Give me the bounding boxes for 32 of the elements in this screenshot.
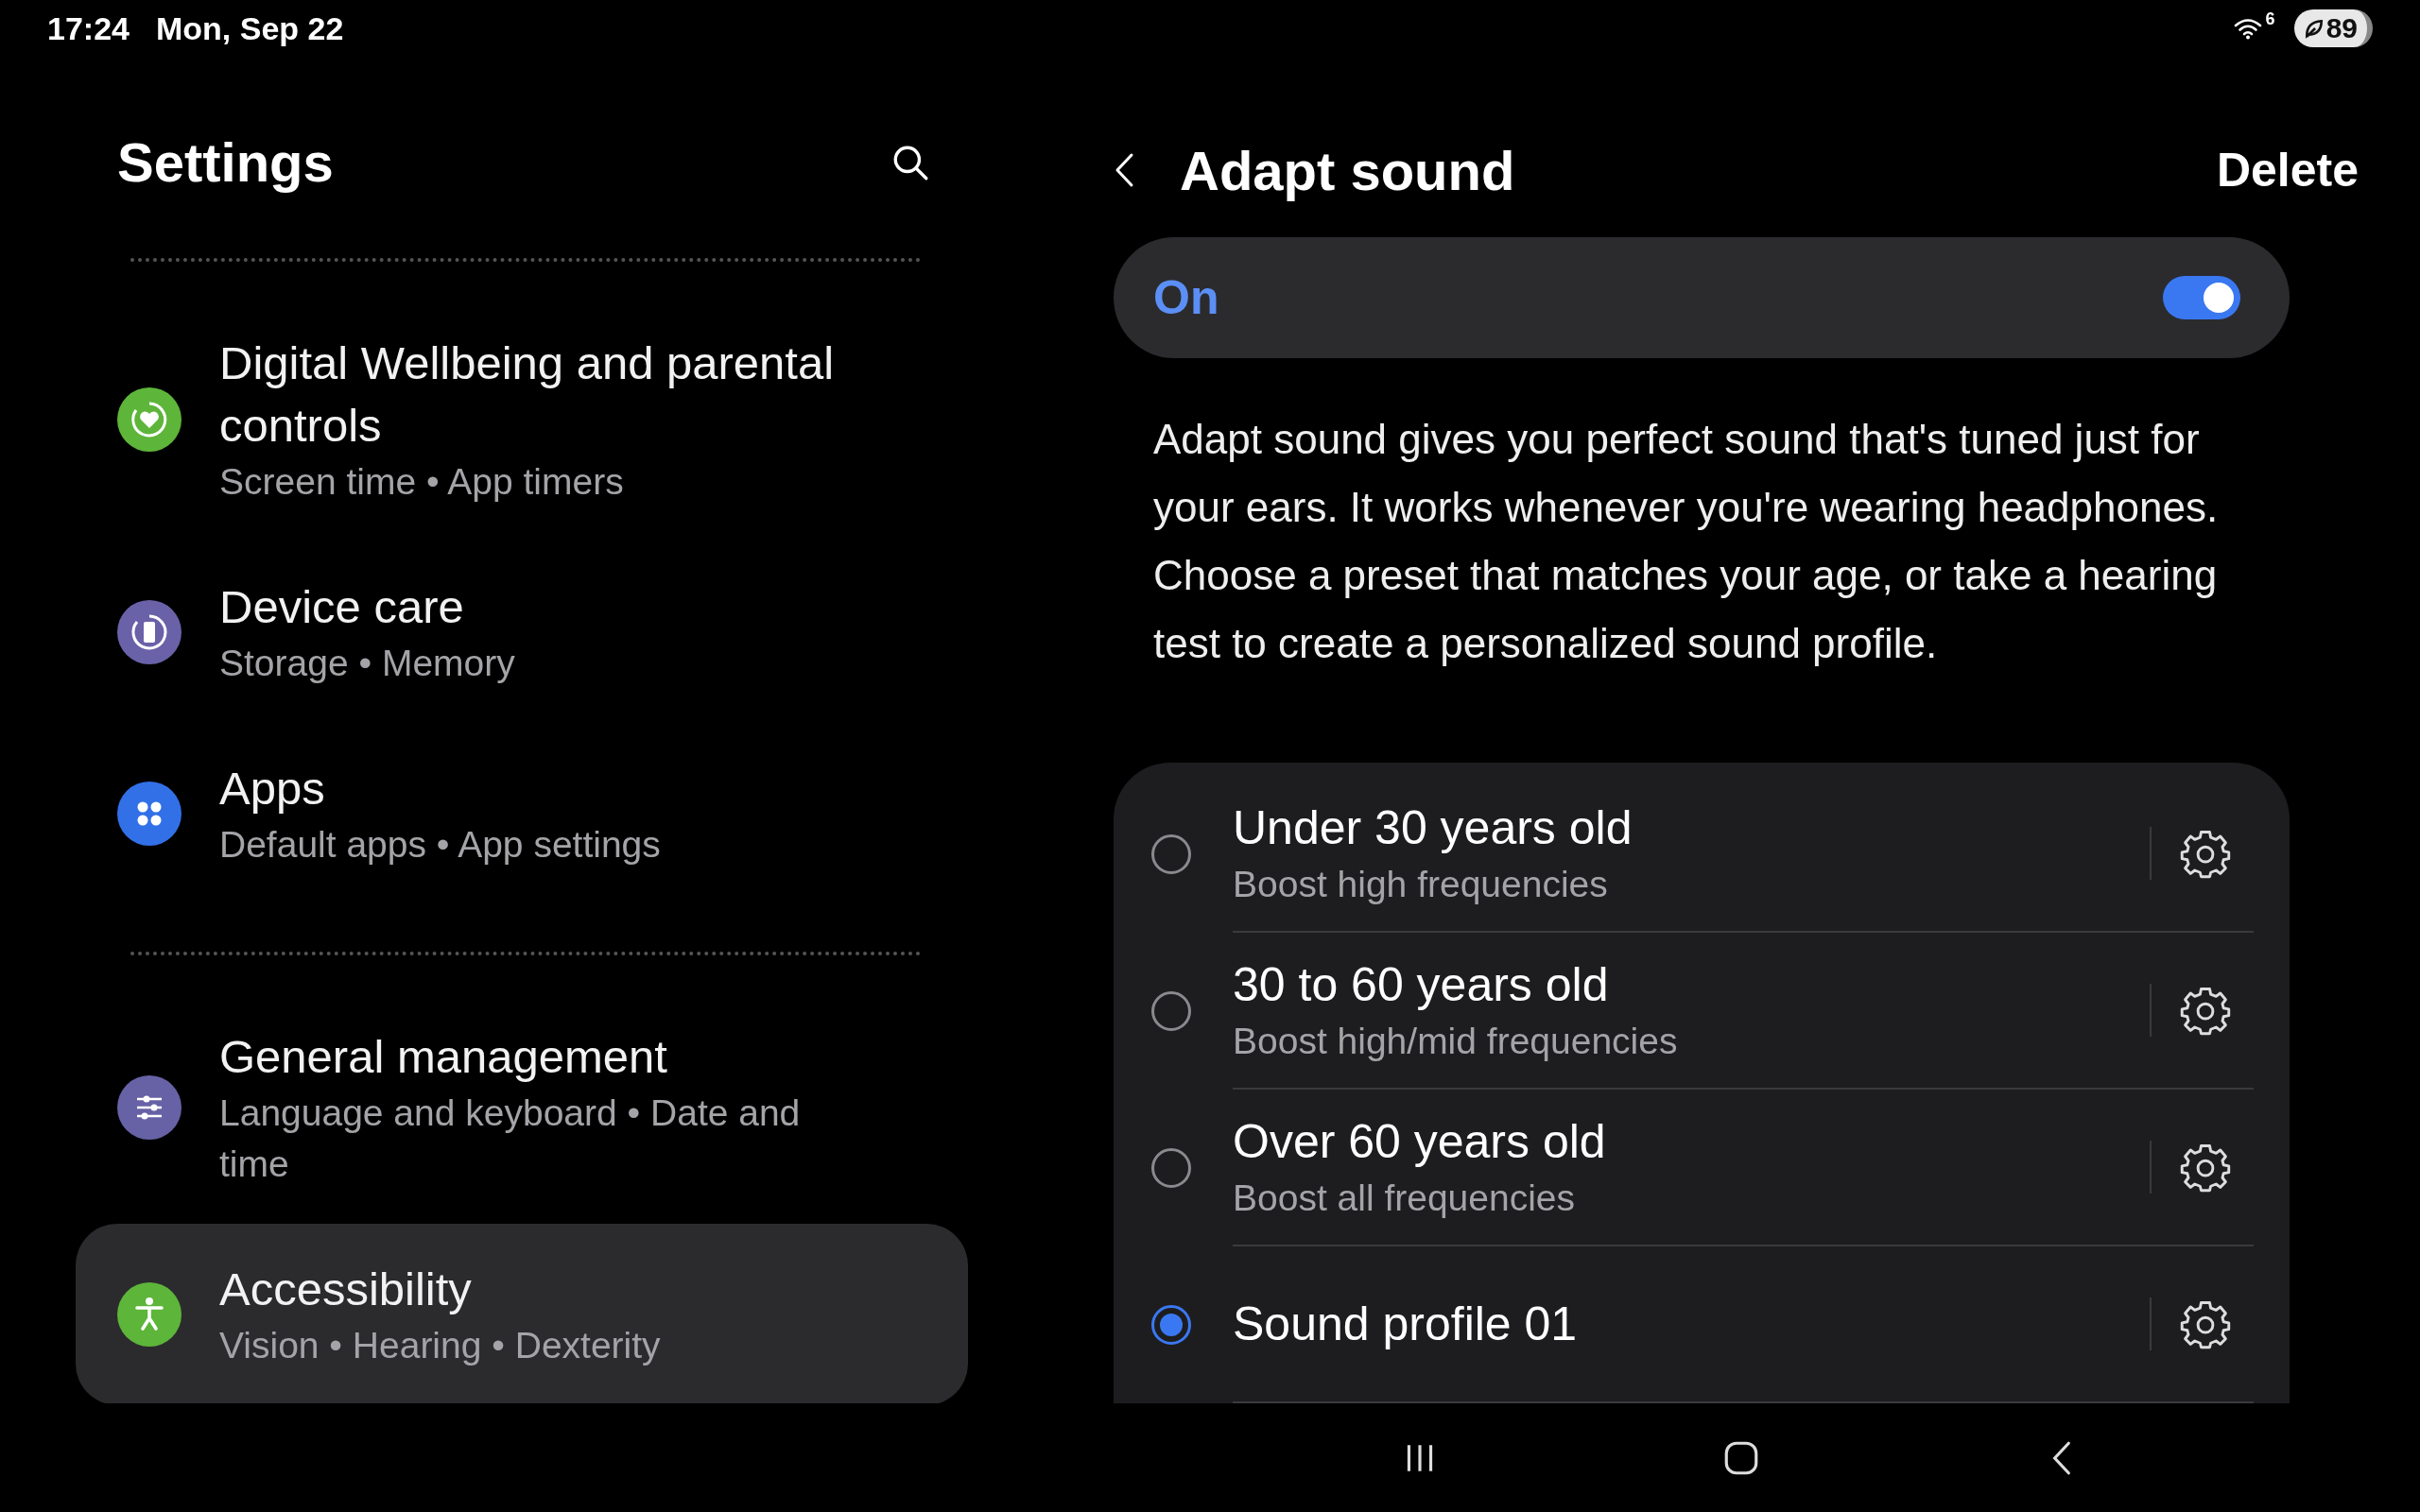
settings-item[interactable]: Digital Wellbeing and parental controls Screen time • App timers bbox=[76, 298, 968, 541]
settings-icon[interactable] bbox=[2180, 1298, 2231, 1349]
master-switch-card[interactable]: On bbox=[1114, 237, 2290, 358]
settings-title: Settings bbox=[117, 130, 334, 194]
settings-icon[interactable] bbox=[2180, 828, 2231, 879]
radio-button[interactable] bbox=[1151, 834, 1191, 874]
page-title: Adapt sound bbox=[1180, 139, 1515, 202]
leaf-icon bbox=[2303, 18, 2325, 39]
preset-subtitle: Boost all frequencies bbox=[1233, 1177, 1577, 1220]
wifi-band-label: 6 bbox=[2265, 9, 2275, 29]
preset-title[interactable]: 30 to 60 years old bbox=[1233, 954, 2150, 1016]
settings-item[interactable]: Apps Default apps • App settings bbox=[76, 723, 968, 904]
settings-icon[interactable] bbox=[2180, 1142, 2231, 1193]
radio-button[interactable] bbox=[1151, 1148, 1191, 1188]
preset-title[interactable]: Sound profile 01 bbox=[1233, 1293, 2150, 1355]
settings-icon[interactable] bbox=[2180, 985, 2231, 1036]
settings-item[interactable]: Device care Storage • Memory bbox=[76, 541, 968, 723]
status-time: 17:24 bbox=[47, 9, 130, 47]
preset-subtitle: Boost high frequencies bbox=[1233, 863, 1609, 906]
delete-button[interactable]: Delete bbox=[2216, 143, 2359, 198]
radio-button[interactable] bbox=[1151, 991, 1191, 1031]
preset-title[interactable]: Over 60 years old bbox=[1233, 1110, 2150, 1173]
selected-settings-item[interactable]: Accessibility Vision • Hearing • Dexterity bbox=[76, 1224, 968, 1405]
description-text: Adapt sound gives you perfect sound that's tuned just for your ears. It works whenever you're wearing headphones. Choose a preset that matches your age, or take a hearing test to create a personalized sound profile. bbox=[1153, 415, 2220, 668]
battery-indicator: 89 bbox=[2293, 9, 2373, 47]
radio-button[interactable] bbox=[1151, 1305, 1191, 1345]
preset-subtitle: Boost high/mid frequencies bbox=[1233, 1020, 1679, 1063]
toggle-switch[interactable] bbox=[2163, 276, 2240, 319]
wifi-icon bbox=[2233, 17, 2262, 40]
status-date: Mon, Sep 22 bbox=[155, 9, 344, 47]
preset-title[interactable]: Under 30 years old bbox=[1233, 797, 2150, 859]
settings-item[interactable]: General management Language and keyboard • Date and time bbox=[76, 991, 968, 1224]
